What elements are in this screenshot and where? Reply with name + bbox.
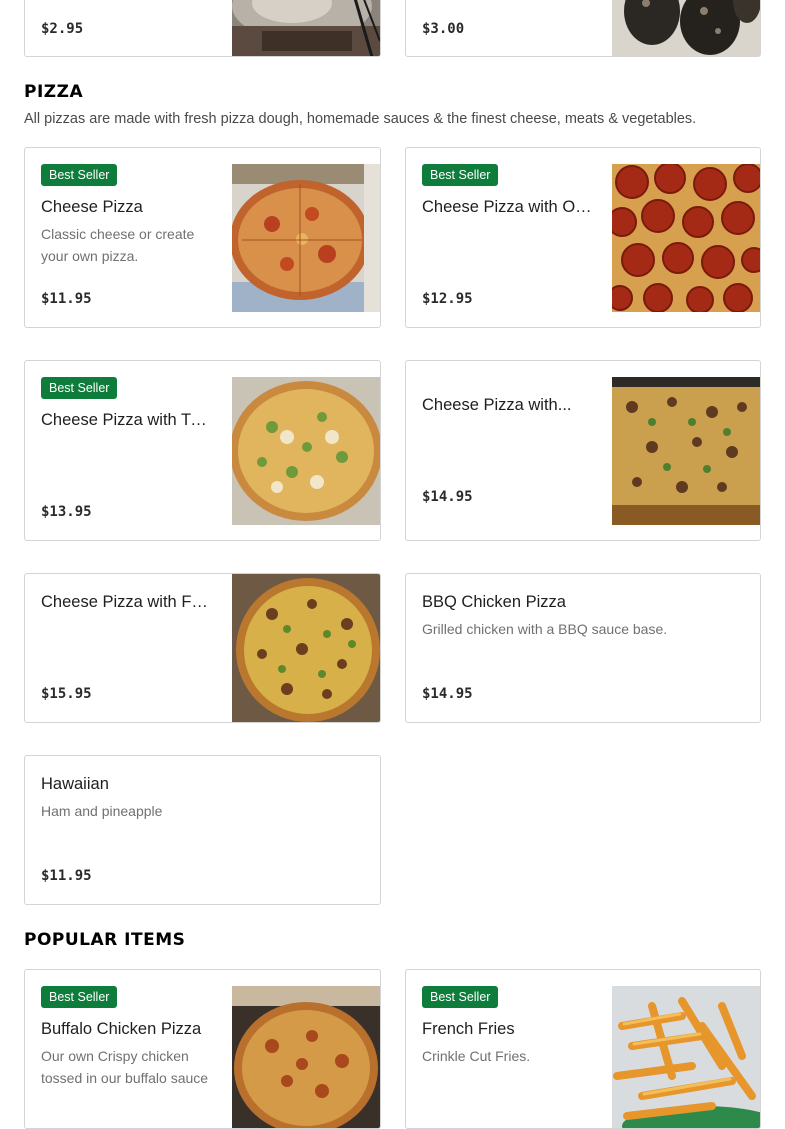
menu-item-card[interactable]: $2.95 (24, 0, 381, 57)
item-name: Cheese Pizza with... (422, 396, 572, 414)
item-price: $3.00 (422, 21, 465, 37)
best-seller-badge: Best Seller (422, 986, 499, 1008)
item-name: Cheese Pizza with On... (422, 198, 594, 216)
item-name: French Fries (422, 1020, 515, 1038)
item-photo (612, 164, 760, 312)
menu-item-card[interactable]: Best Seller Buffalo Chicken Pizza Our ow… (24, 969, 381, 1129)
item-name: Hawaiian (41, 775, 109, 793)
item-name: Cheese Pizza with Tw... (41, 411, 213, 429)
item-photo (232, 164, 380, 312)
section-title-popular: POPULAR ITEMS (24, 930, 186, 950)
menu-item-card[interactable]: Hawaiian Ham and pineapple $11.95 (24, 755, 381, 905)
item-price: $12.95 (422, 291, 473, 307)
item-photo (612, 0, 760, 56)
menu-item-card[interactable]: $3.00 (405, 0, 761, 57)
section-description: All pizzas are made with fresh pizza dou… (24, 111, 697, 127)
item-name: Cheese Pizza (41, 198, 143, 216)
item-price: $14.95 (422, 686, 473, 702)
item-price: $2.95 (41, 21, 84, 37)
item-price: $13.95 (41, 504, 92, 520)
menu-item-card[interactable]: Cheese Pizza with Fo... $15.95 (24, 573, 381, 723)
item-description: Our own Crispy chicken tossed in our buf… (41, 1048, 209, 1086)
item-photo (232, 0, 380, 56)
item-name: Buffalo Chicken Pizza (41, 1020, 202, 1038)
item-photo (232, 986, 380, 1128)
item-description: Ham and pineapple (41, 803, 163, 819)
best-seller-badge: Best Seller (41, 986, 118, 1008)
item-photo (612, 377, 760, 525)
item-price: $11.95 (41, 291, 92, 307)
best-seller-badge: Best Seller (41, 164, 118, 186)
best-seller-badge: Best Seller (422, 164, 499, 186)
item-description: Crinkle Cut Fries. (422, 1048, 531, 1064)
best-seller-badge: Best Seller (41, 377, 118, 399)
menu-item-card[interactable]: BBQ Chicken Pizza Grilled chicken with a… (405, 573, 761, 723)
item-description: Grilled chicken with a BBQ sauce base. (422, 621, 668, 637)
item-name: BBQ Chicken Pizza (422, 593, 566, 611)
menu-item-card[interactable]: Best Seller Cheese Pizza with On... $12.… (405, 147, 761, 328)
section-title-pizza: PIZZA (24, 82, 84, 102)
item-description: Classic cheese or create your own pizza. (41, 226, 195, 264)
item-photo (232, 377, 380, 525)
menu-item-card[interactable]: Best Seller French Fries Crinkle Cut Fri… (405, 969, 761, 1129)
menu-item-card[interactable]: Best Seller Cheese Pizza with Tw... $13.… (24, 360, 381, 541)
item-price: $11.95 (41, 868, 92, 884)
item-price: $15.95 (41, 686, 92, 702)
item-photo (232, 574, 380, 722)
item-price: $14.95 (422, 489, 473, 505)
menu-item-card[interactable]: Cheese Pizza with... $14.95 (405, 360, 761, 541)
menu-item-card[interactable]: Best Seller Cheese Pizza Classic cheese … (24, 147, 381, 328)
item-name: Cheese Pizza with Fo... (41, 593, 213, 611)
item-photo (612, 986, 760, 1128)
